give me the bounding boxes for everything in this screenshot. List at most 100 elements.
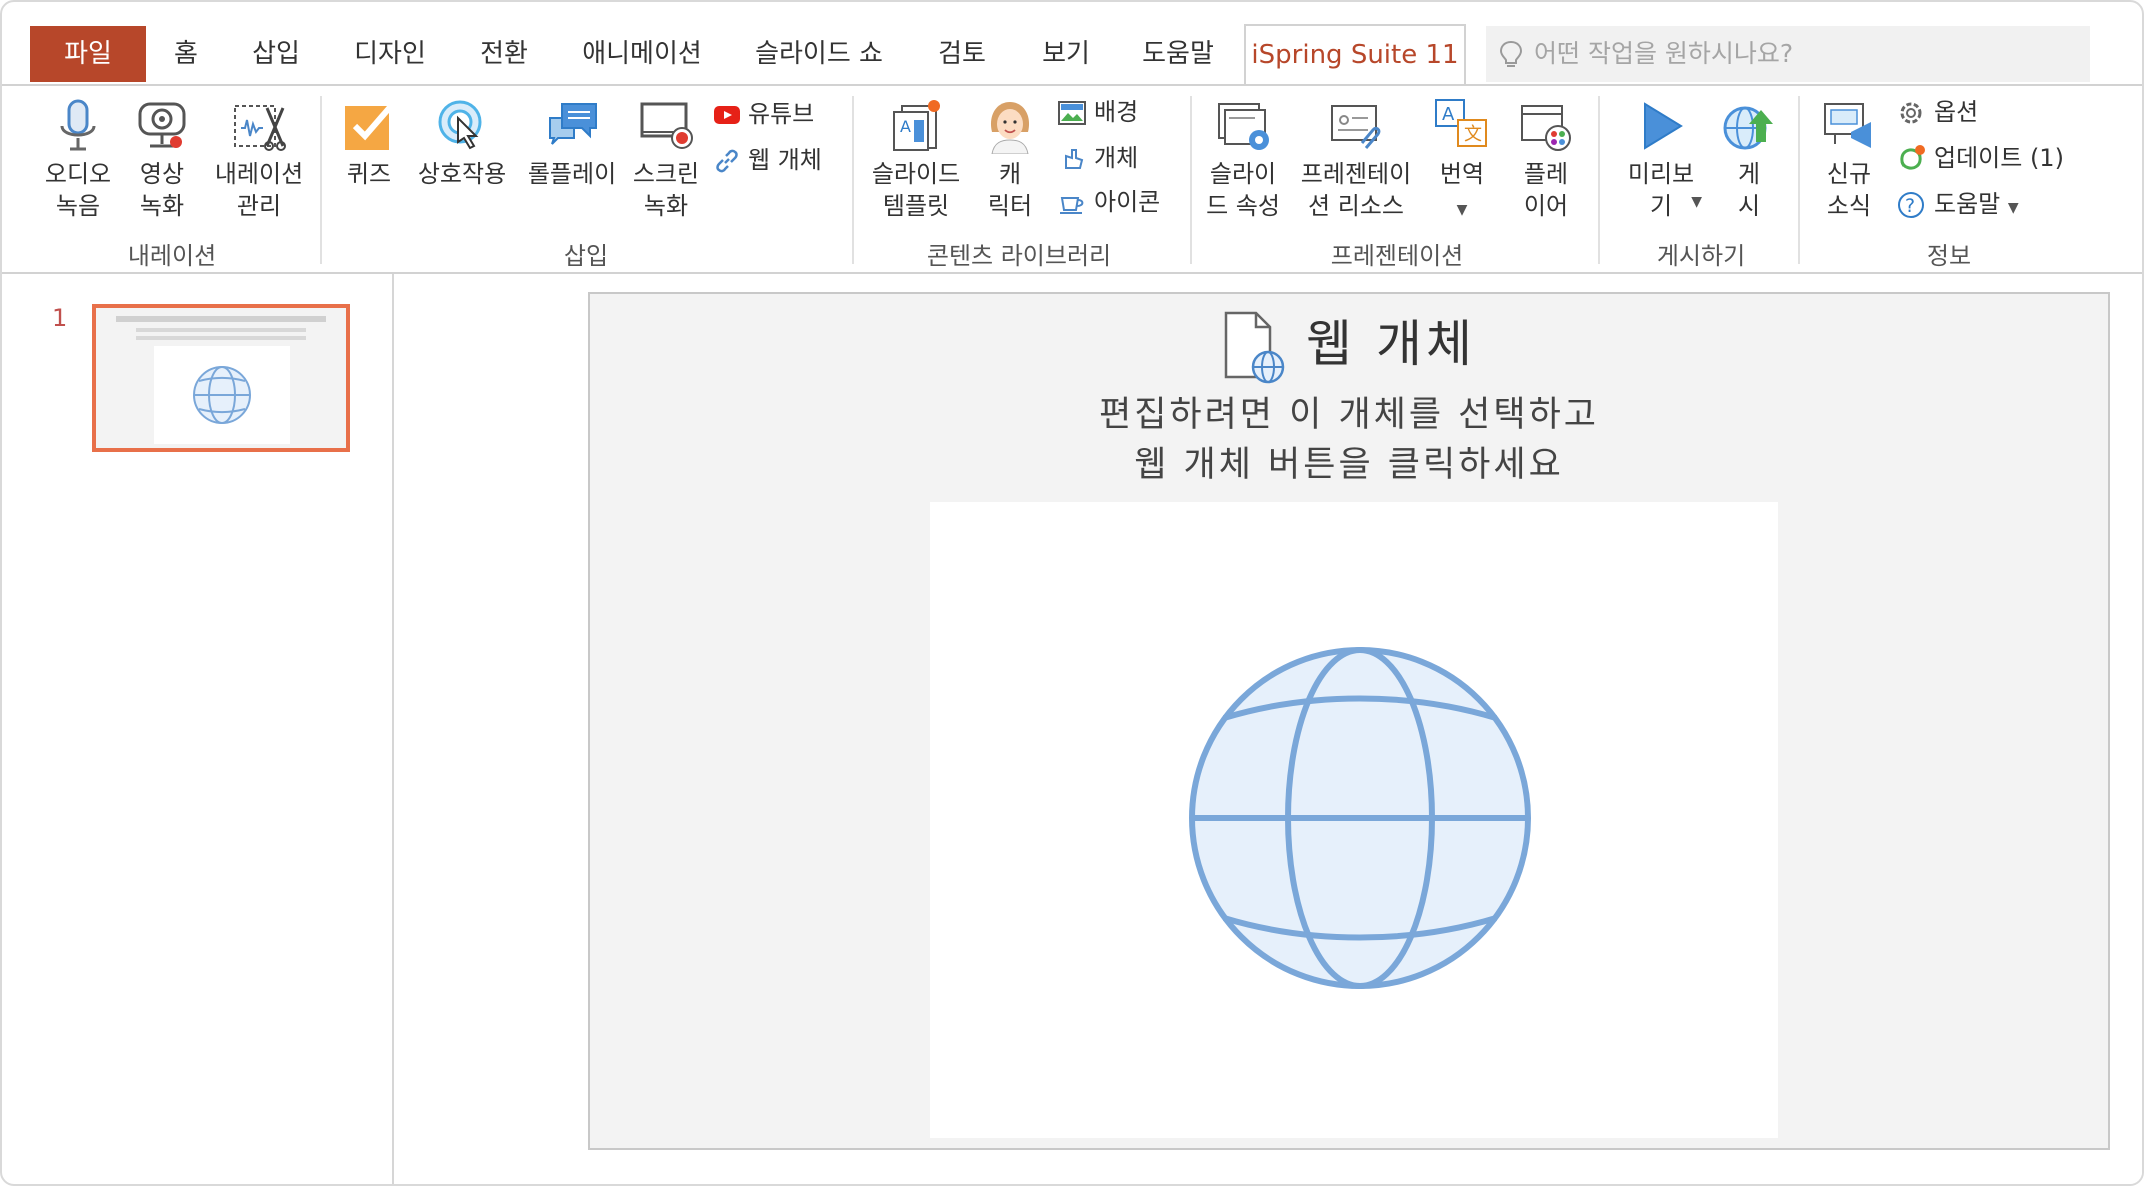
screen-record-label: 스크린 녹화 <box>632 160 700 220</box>
web-object-content-area <box>930 502 1778 1138</box>
character-label: 캐 릭터 <box>987 160 1033 220</box>
options-button[interactable]: 옵션 <box>1896 92 1978 132</box>
slide-editing-canvas: 웹 개체 편집하려면 이 개체를 선택하고 웹 개체 버튼을 클릭하세요 <box>394 274 2142 1184</box>
web-document-icon <box>1224 311 1285 383</box>
background-label: 배경 <box>1094 98 1139 126</box>
character-button[interactable]: 캐 릭터 <box>974 98 1046 222</box>
group-label-insert: 삽입 <box>563 242 609 270</box>
coffee-cup-icon <box>1060 197 1084 214</box>
tab-ispring-suite[interactable]: iSpring Suite 11 <box>1244 24 1466 86</box>
ribbon-tabs: 파일 홈 삽입 디자인 전환 애니메이션 슬라이드 쇼 검토 보기 도움말 iS… <box>2 2 2142 86</box>
publish-button[interactable]: 게 시 <box>1712 98 1786 222</box>
dialog-bubbles-icon <box>549 103 597 145</box>
audio-edit-icon <box>234 105 286 151</box>
slide-template-button[interactable]: A 슬라이드 템플릿 <box>866 98 966 222</box>
help-dropdown-icon[interactable]: ▼ <box>2008 200 2019 216</box>
quiz-button[interactable]: 퀴즈 <box>336 98 402 190</box>
news-megaphone-icon <box>1824 103 1871 148</box>
placeholder-instruction-line-1: 편집하려면 이 개체를 선택하고 <box>1099 395 1599 435</box>
manage-narration-button[interactable]: 내레이션 관리 <box>206 98 312 222</box>
slide-template-icon: A <box>893 100 940 151</box>
help-question-icon: ? <box>1898 192 1924 218</box>
youtube-icon <box>714 106 740 124</box>
icon-library-label: 아이콘 <box>1094 188 1161 216</box>
translate-button[interactable]: A 文 번역 ▼ <box>1426 98 1498 226</box>
placeholder-title: 웹 개체 <box>590 304 2108 385</box>
lightbulb-icon <box>1499 40 1523 67</box>
presentation-resources-label: 프레젠테이 션 리소스 <box>1300 160 1412 220</box>
object-button[interactable]: 개체 <box>1058 138 1138 178</box>
tab-file[interactable]: 파일 <box>30 26 146 82</box>
player-button[interactable]: 플레 이어 <box>1510 98 1582 222</box>
thumbnail-text-bar <box>136 328 306 332</box>
tab-animations[interactable]: 애니메이션 <box>582 26 702 82</box>
translate-label: 번역 <box>1439 160 1485 188</box>
presentation-resources-button[interactable]: 프레젠테이 션 리소스 <box>1294 98 1418 222</box>
tab-home[interactable]: 홈 <box>168 26 204 82</box>
group-label-content-library: 콘텐츠 라이브러리 <box>926 242 1112 270</box>
tab-view[interactable]: 보기 <box>1040 26 1092 82</box>
object-label: 개체 <box>1094 144 1139 172</box>
roleplay-button[interactable]: 롤플레이 <box>520 98 624 190</box>
tab-review[interactable]: 검토 <box>936 26 988 82</box>
group-separator <box>1598 96 1600 264</box>
help-label: 도움말 <box>1934 190 2001 218</box>
translate-icon: A 文 <box>1435 99 1487 147</box>
update-button[interactable]: 업데이트 (1) <box>1896 138 2064 178</box>
group-label-narration: 내레이션 <box>127 242 217 270</box>
gear-icon <box>1900 102 1922 124</box>
web-object-placeholder[interactable]: 웹 개체 편집하려면 이 개체를 선택하고 웹 개체 버튼을 클릭하세요 <box>588 292 2110 1150</box>
tab-design[interactable]: 디자인 <box>354 26 426 82</box>
manage-narration-label: 내레이션 관리 <box>214 160 304 220</box>
globe-upload-icon <box>1723 106 1773 150</box>
slide-settings-gear-icon <box>1218 103 1269 150</box>
interaction-touch-icon <box>438 100 482 150</box>
thumbnail-text-bar <box>136 336 306 340</box>
large-globe-icon <box>1189 647 1531 989</box>
character-person-icon <box>990 102 1030 154</box>
record-video-button[interactable]: 영상 녹화 <box>124 98 200 222</box>
news-button[interactable]: 신규 소식 <box>1814 98 1884 222</box>
group-separator <box>320 96 322 264</box>
tab-transitions[interactable]: 전환 <box>478 26 530 82</box>
tab-slideshow[interactable]: 슬라이드 쇼 <box>754 26 884 82</box>
interaction-label: 상호작용 <box>417 160 507 188</box>
options-label: 옵션 <box>1934 98 1979 126</box>
slide-number: 1 <box>52 304 68 332</box>
slide-properties-button[interactable]: 슬라이 드 속성 <box>1202 98 1284 222</box>
placeholder-title-text: 웹 개체 <box>1306 315 1476 373</box>
youtube-button[interactable]: 유튜브 <box>714 94 814 134</box>
hand-pointer-icon <box>1065 149 1084 169</box>
webcam-icon <box>138 102 186 148</box>
tell-me-search[interactable]: 어떤 작업을 원하시나요? <box>1486 26 2090 82</box>
screen-record-button[interactable]: 스크린 녹화 <box>626 98 706 222</box>
thumbnail-title-bar <box>116 316 326 322</box>
roleplay-label: 롤플레이 <box>527 160 617 188</box>
ribbon-ispring: 오디오 녹음 영상 녹화 내레이션 관리 내레이션 퀴즈 상호작용 롤플레이 스… <box>2 84 2142 274</box>
translate-dropdown-icon[interactable]: ▼ <box>1457 202 1468 218</box>
group-separator <box>1798 96 1800 264</box>
slide-thumbnail-pane: 1 <box>2 274 394 1184</box>
group-separator <box>852 96 854 264</box>
tab-help[interactable]: 도움말 <box>1142 26 1214 82</box>
preview-button[interactable]: 미리보 기 ▼ <box>1616 98 1706 222</box>
placeholder-instruction-line-2: 웹 개체 버튼을 클릭하세요 <box>1134 445 1564 485</box>
interaction-button[interactable]: 상호작용 <box>410 98 514 190</box>
search-placeholder: 어떤 작업을 원하시나요? <box>1534 39 1794 68</box>
link-chain-icon <box>716 149 738 173</box>
record-audio-button[interactable]: 오디오 녹음 <box>38 98 118 222</box>
background-button[interactable]: 배경 <box>1058 92 1138 132</box>
update-label: 업데이트 (1) <box>1934 144 2064 172</box>
tab-insert[interactable]: 삽입 <box>250 26 302 82</box>
powerpoint-window: 파일 홈 삽입 디자인 전환 애니메이션 슬라이드 쇼 검토 보기 도움말 iS… <box>0 0 2144 1186</box>
microphone-icon <box>60 99 96 151</box>
help-button[interactable]: ? 도움말 ▼ <box>1896 184 2019 224</box>
web-object-button[interactable]: 웹 개체 <box>714 140 822 180</box>
group-label-info: 정보 <box>1926 242 1972 270</box>
thumbnail-content-area <box>154 346 290 444</box>
quiz-checkbox-icon <box>345 104 394 150</box>
svg-text:文: 文 <box>1464 124 1482 145</box>
icon-library-button[interactable]: 아이콘 <box>1058 182 1160 222</box>
slide-thumbnail[interactable] <box>92 304 350 452</box>
preview-dropdown-icon[interactable]: ▼ <box>1691 186 1702 218</box>
